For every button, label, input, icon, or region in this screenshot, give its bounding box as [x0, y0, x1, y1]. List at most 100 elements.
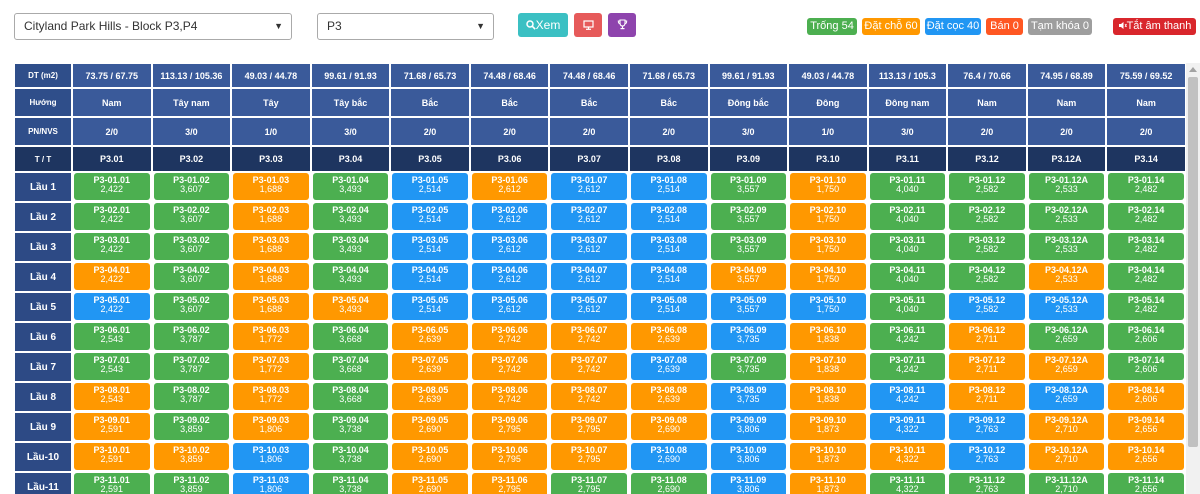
- unit-button[interactable]: P3-01.08 2,514: [630, 173, 707, 200]
- unit-button[interactable]: P3-08.07 2,742: [551, 383, 627, 410]
- unit-button[interactable]: P3-08.08 2,639: [630, 383, 707, 410]
- unit-button[interactable]: P3-06.02 3,787: [153, 323, 230, 350]
- unit-button[interactable]: P3-06.06 2,742: [471, 323, 548, 350]
- unit-button[interactable]: P3-04.01 2,422: [74, 263, 150, 290]
- unit-button[interactable]: P3-03.01 2,422: [74, 233, 150, 260]
- unit-button[interactable]: P3-11.08 2,690: [630, 473, 707, 494]
- unit-button[interactable]: P3-07.03 1,772: [233, 353, 309, 380]
- block-select[interactable]: P3 ▼: [317, 13, 494, 40]
- unit-button[interactable]: P3-05.07 2,612: [551, 293, 627, 320]
- unit-button[interactable]: P3-04.04 3,493: [312, 263, 389, 290]
- unit-button[interactable]: P3-11.10 1,873: [790, 473, 866, 494]
- unit-button[interactable]: P3-09.12 2,763: [949, 413, 1025, 440]
- unit-button[interactable]: P3-05.08 2,514: [630, 293, 707, 320]
- unit-button[interactable]: P3-07.06 2,742: [471, 353, 548, 380]
- unit-button[interactable]: P3-04.05 2,514: [392, 263, 468, 290]
- unit-button[interactable]: P3-06.12 2,711: [949, 323, 1025, 350]
- unit-button[interactable]: P3-10.12A 2,710: [1028, 443, 1105, 470]
- mute-sound-button[interactable]: Tắt âm thanh: [1113, 18, 1196, 35]
- unit-button[interactable]: P3-04.14 2,482: [1108, 263, 1184, 290]
- unit-button[interactable]: P3-07.10 1,838: [790, 353, 866, 380]
- unit-button[interactable]: P3-10.10 1,873: [790, 443, 866, 470]
- unit-button[interactable]: P3-09.01 2,591: [74, 413, 150, 440]
- unit-button[interactable]: P3-01.06 2,612: [471, 173, 548, 200]
- unit-button[interactable]: P3-09.11 4,322: [869, 413, 946, 440]
- unit-button[interactable]: P3-08.02 3,787: [153, 383, 230, 410]
- vertical-scrollbar[interactable]: [1186, 63, 1200, 494]
- unit-button[interactable]: P3-10.11 4,322: [869, 443, 946, 470]
- unit-button[interactable]: P3-08.04 3,668: [312, 383, 389, 410]
- unit-button[interactable]: P3-03.05 2,514: [392, 233, 468, 260]
- unit-button[interactable]: P3-05.06 2,612: [471, 293, 548, 320]
- view-button[interactable]: Xem: [518, 13, 568, 37]
- unit-button[interactable]: P3-11.01 2,591: [74, 473, 150, 494]
- unit-button[interactable]: P3-06.12A 2,659: [1028, 323, 1105, 350]
- unit-button[interactable]: P3-04.02 3,607: [153, 263, 230, 290]
- unit-button[interactable]: P3-05.02 3,607: [153, 293, 230, 320]
- unit-button[interactable]: P3-01.01 2,422: [74, 173, 150, 200]
- unit-button[interactable]: P3-03.11 4,040: [869, 233, 946, 260]
- unit-button[interactable]: P3-07.02 3,787: [153, 353, 230, 380]
- unit-button[interactable]: P3-05.05 2,514: [392, 293, 468, 320]
- unit-button[interactable]: P3-08.03 1,772: [233, 383, 309, 410]
- unit-button[interactable]: P3-09.14 2,656: [1108, 413, 1184, 440]
- unit-button[interactable]: P3-06.10 1,838: [790, 323, 866, 350]
- unit-button[interactable]: P3-01.02 3,607: [153, 173, 230, 200]
- unit-button[interactable]: P3-11.07 2,795: [551, 473, 627, 494]
- unit-button[interactable]: P3-04.06 2,612: [471, 263, 548, 290]
- unit-button[interactable]: P3-09.05 2,690: [392, 413, 468, 440]
- unit-button[interactable]: P3-07.12A 2,659: [1028, 353, 1105, 380]
- unit-button[interactable]: P3-04.07 2,612: [551, 263, 627, 290]
- unit-button[interactable]: P3-04.12A 2,533: [1028, 263, 1105, 290]
- unit-button[interactable]: P3-08.01 2,543: [74, 383, 150, 410]
- unit-button[interactable]: P3-06.09 3,735: [710, 323, 787, 350]
- unit-button[interactable]: P3-02.11 4,040: [869, 203, 946, 230]
- unit-button[interactable]: P3-11.03 1,806: [233, 473, 309, 494]
- unit-button[interactable]: P3-03.07 2,612: [551, 233, 627, 260]
- unit-button[interactable]: P3-03.06 2,612: [471, 233, 548, 260]
- unit-button[interactable]: P3-06.08 2,639: [630, 323, 707, 350]
- monitor-button[interactable]: [574, 13, 602, 37]
- unit-button[interactable]: P3-06.07 2,742: [551, 323, 627, 350]
- unit-button[interactable]: P3-07.01 2,543: [74, 353, 150, 380]
- unit-button[interactable]: P3-02.12A 2,533: [1028, 203, 1105, 230]
- unit-button[interactable]: P3-07.04 3,668: [312, 353, 389, 380]
- unit-button[interactable]: P3-10.02 3,859: [153, 443, 230, 470]
- unit-button[interactable]: P3-09.03 1,806: [233, 413, 309, 440]
- unit-button[interactable]: P3-09.08 2,690: [630, 413, 707, 440]
- unit-button[interactable]: P3-04.11 4,040: [869, 263, 946, 290]
- unit-button[interactable]: P3-02.05 2,514: [392, 203, 468, 230]
- unit-button[interactable]: P3-11.02 3,859: [153, 473, 230, 494]
- unit-button[interactable]: P3-05.10 1,750: [790, 293, 866, 320]
- unit-button[interactable]: P3-11.12 2,763: [949, 473, 1025, 494]
- unit-button[interactable]: P3-09.07 2,795: [551, 413, 627, 440]
- unit-button[interactable]: P3-02.06 2,612: [471, 203, 548, 230]
- unit-button[interactable]: P3-02.04 3,493: [312, 203, 389, 230]
- unit-button[interactable]: P3-02.12 2,582: [949, 203, 1025, 230]
- unit-button[interactable]: P3-03.03 1,688: [233, 233, 309, 260]
- unit-button[interactable]: P3-06.01 2,543: [74, 323, 150, 350]
- unit-button[interactable]: P3-07.05 2,639: [392, 353, 468, 380]
- unit-button[interactable]: P3-04.03 1,688: [233, 263, 309, 290]
- unit-button[interactable]: P3-09.10 1,873: [790, 413, 866, 440]
- unit-button[interactable]: P3-01.12A 2,533: [1028, 173, 1105, 200]
- unit-button[interactable]: P3-09.04 3,738: [312, 413, 389, 440]
- unit-button[interactable]: P3-01.12 2,582: [949, 173, 1025, 200]
- unit-button[interactable]: P3-01.10 1,750: [790, 173, 866, 200]
- unit-button[interactable]: P3-05.14 2,482: [1108, 293, 1184, 320]
- unit-button[interactable]: P3-06.14 2,606: [1108, 323, 1184, 350]
- unit-button[interactable]: P3-02.10 1,750: [790, 203, 866, 230]
- unit-button[interactable]: P3-01.14 2,482: [1108, 173, 1184, 200]
- unit-button[interactable]: P3-10.14 2,656: [1108, 443, 1184, 470]
- unit-button[interactable]: P3-03.12 2,582: [949, 233, 1025, 260]
- unit-button[interactable]: P3-01.05 2,514: [392, 173, 468, 200]
- unit-button[interactable]: P3-06.03 1,772: [233, 323, 309, 350]
- unit-button[interactable]: P3-05.12A 2,533: [1028, 293, 1105, 320]
- unit-button[interactable]: P3-03.08 2,514: [630, 233, 707, 260]
- unit-button[interactable]: P3-03.04 3,493: [312, 233, 389, 260]
- unit-button[interactable]: P3-01.04 3,493: [312, 173, 389, 200]
- unit-button[interactable]: P3-07.09 3,735: [710, 353, 787, 380]
- trophy-button[interactable]: [608, 13, 636, 37]
- unit-button[interactable]: P3-08.09 3,735: [710, 383, 787, 410]
- unit-button[interactable]: P3-10.08 2,690: [630, 443, 707, 470]
